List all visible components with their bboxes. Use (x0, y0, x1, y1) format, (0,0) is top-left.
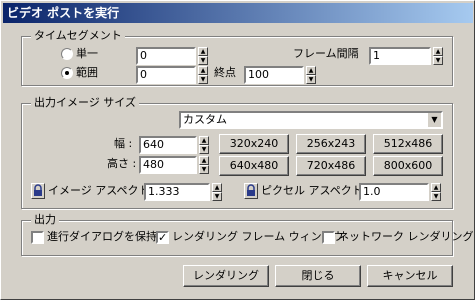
dialog-window: ビデオ ポストを実行 タイムセグメント 単一 0 ▲ ▼ フレーム間隔 1 ▲ ▼ … (0, 0, 475, 300)
width-spinner[interactable]: ▲ ▼ (199, 136, 209, 154)
spinner-down-icon[interactable]: ▼ (433, 56, 443, 65)
preset-640x480-button[interactable]: 640x480 (219, 156, 289, 176)
range-radio[interactable] (61, 67, 73, 79)
spinner-up-icon[interactable]: ▲ (198, 47, 208, 56)
preset-320x240-button[interactable]: 320x240 (219, 134, 289, 154)
range-end-input[interactable]: 100 (244, 66, 304, 84)
spinner-up-icon[interactable]: ▲ (306, 66, 316, 75)
spinner-down-icon[interactable]: ▼ (212, 192, 222, 201)
keep-progress-label: 進行ダイアログを保持 (47, 230, 157, 243)
single-label: 単一 (76, 47, 98, 60)
cancel-button[interactable]: キャンセル (367, 265, 453, 287)
net-render-checkbox[interactable] (322, 231, 335, 244)
frame-interval-spinner[interactable]: ▲ ▼ (433, 47, 443, 65)
render-button[interactable]: レンダリング (183, 265, 269, 287)
range-end-spinner[interactable]: ▲ ▼ (306, 66, 316, 84)
width-label: 幅 : (114, 137, 133, 150)
frame-interval-label: フレーム間隔 (293, 47, 359, 60)
preset-800x600-button[interactable]: 800x600 (373, 156, 443, 176)
keep-progress-checkbox[interactable] (31, 231, 44, 244)
single-frame-spinner[interactable]: ▲ ▼ (198, 47, 208, 65)
time-segment-legend: タイムセグメント (31, 29, 125, 43)
spinner-up-icon[interactable]: ▲ (198, 66, 208, 75)
preset-720x486-button[interactable]: 720x486 (296, 156, 366, 176)
render-window-label: レンダリング フレーム ウィンドウ (172, 230, 344, 243)
title-bar: ビデオ ポストを実行 (3, 3, 473, 23)
range-start-input[interactable]: 0 (136, 66, 196, 84)
render-window-checkbox[interactable]: ✓ (156, 231, 169, 244)
image-aspect-spinner[interactable]: ▲ ▼ (212, 183, 222, 201)
image-aspect-lock-button[interactable] (31, 183, 45, 199)
spinner-up-icon[interactable]: ▲ (212, 183, 222, 192)
size-preset-select[interactable]: カスタム ▼ (179, 111, 443, 129)
spinner-down-icon[interactable]: ▼ (199, 165, 209, 174)
range-label: 範囲 (76, 66, 98, 79)
preset-512x486-button[interactable]: 512x486 (373, 134, 443, 154)
output-size-legend: 出力イメージ サイズ (31, 96, 139, 110)
size-preset-value: カスタム (183, 113, 227, 126)
end-label: 終点 (214, 66, 236, 79)
pixel-aspect-label: ピクセル アスペクト : (261, 184, 370, 197)
spinner-down-icon[interactable]: ▼ (306, 75, 316, 84)
pixel-aspect-input[interactable]: 1.0 (359, 183, 429, 201)
checkmark-icon: ✓ (158, 231, 168, 244)
height-label: 高さ : (107, 157, 137, 170)
spinner-up-icon[interactable]: ▲ (433, 47, 443, 56)
spinner-down-icon[interactable]: ▼ (198, 56, 208, 65)
spinner-down-icon[interactable]: ▼ (431, 192, 441, 201)
output-legend: 出力 (31, 213, 59, 227)
single-radio[interactable] (61, 48, 73, 60)
height-spinner[interactable]: ▲ ▼ (199, 156, 209, 174)
range-start-spinner[interactable]: ▲ ▼ (198, 66, 208, 84)
spinner-up-icon[interactable]: ▲ (199, 136, 209, 145)
close-button[interactable]: 閉じる (275, 265, 361, 287)
preset-256x243-button[interactable]: 256x243 (296, 134, 366, 154)
spinner-down-icon[interactable]: ▼ (198, 75, 208, 84)
pixel-aspect-spinner[interactable]: ▲ ▼ (431, 183, 441, 201)
lock-icon (247, 184, 255, 196)
chevron-down-icon[interactable]: ▼ (427, 113, 441, 127)
width-input[interactable]: 640 (139, 136, 197, 154)
spinner-up-icon[interactable]: ▲ (431, 183, 441, 192)
lock-icon (34, 184, 42, 196)
image-aspect-label: イメージ アスペクト : (48, 184, 157, 197)
frame-interval-input[interactable]: 1 (369, 47, 431, 65)
single-frame-input[interactable]: 0 (136, 47, 196, 65)
net-render-label: ネットワーク レンダリング (338, 230, 474, 243)
pixel-aspect-lock-button[interactable] (244, 183, 258, 199)
image-aspect-input[interactable]: 1.333 (144, 183, 210, 201)
height-input[interactable]: 480 (139, 156, 197, 174)
spinner-down-icon[interactable]: ▼ (199, 145, 209, 154)
spinner-up-icon[interactable]: ▲ (199, 156, 209, 165)
